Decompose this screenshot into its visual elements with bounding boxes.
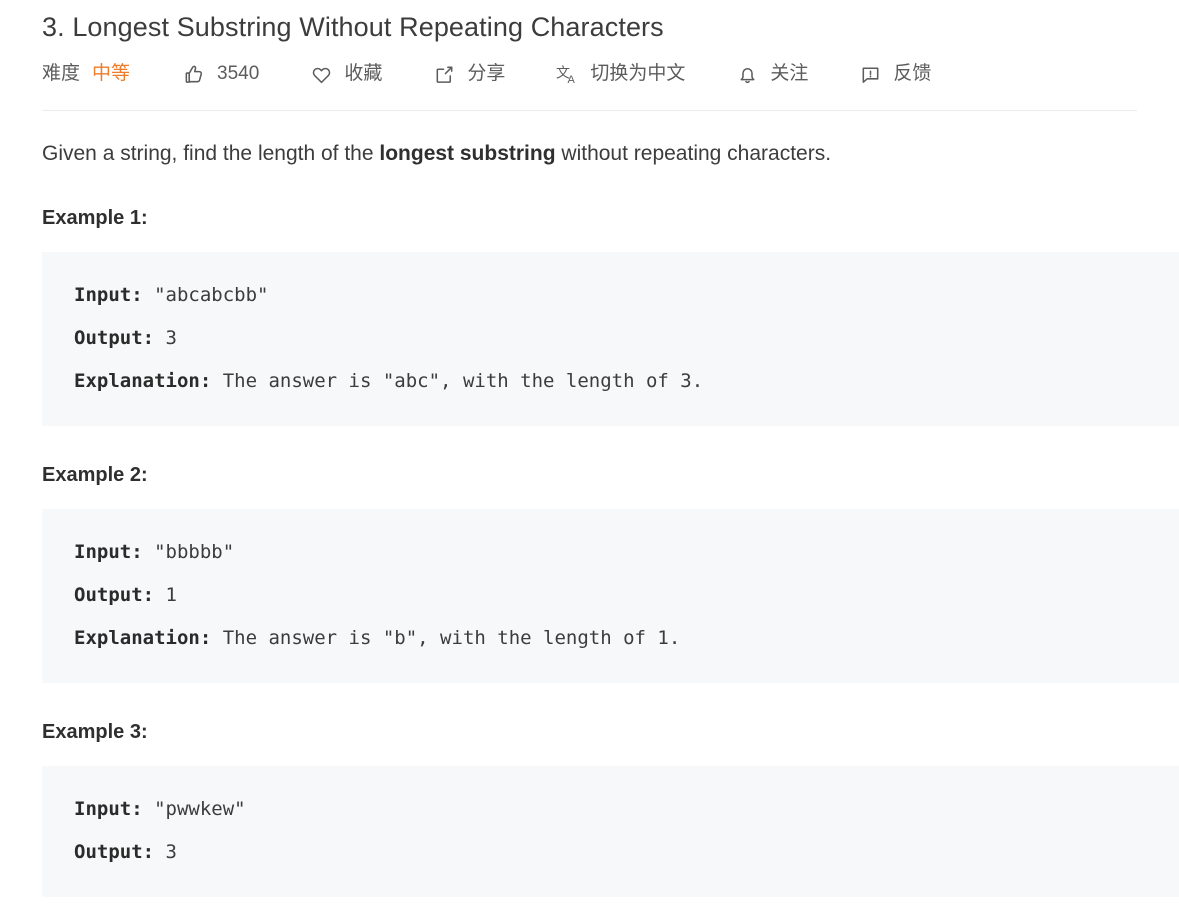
share-icon: [432, 62, 456, 86]
page-title: 3. Longest Substring Without Repeating C…: [42, 12, 664, 42]
share-label: 分享: [467, 63, 506, 84]
code-line-input: Input: "abcabcbb": [74, 274, 1179, 317]
header-divider: [42, 110, 1137, 111]
input-value: "bbbbb": [142, 541, 235, 563]
follow-label: 关注: [770, 63, 809, 84]
example-codeblock: Input: "abcabcbb" Output: 3 Explanation:…: [42, 252, 1179, 426]
problem-page: 3. Longest Substring Without Repeating C…: [0, 0, 1179, 922]
code-line-explanation: Explanation: The answer is "b", with the…: [74, 617, 1179, 660]
output-value: 3: [154, 327, 177, 349]
feedback-icon: [858, 62, 882, 86]
difficulty-label: 难度: [42, 63, 81, 84]
problem-meta-toolbar: 难度 中等 3540 收藏 分享 文 A 切换为中文 关注 反馈: [0, 45, 1179, 91]
output-value: 3: [154, 841, 177, 863]
feedback-label: 反馈: [893, 63, 932, 84]
translate-button[interactable]: 文 A 切换为中文: [555, 62, 685, 86]
code-line-input: Input: "pwwkew": [74, 788, 1179, 831]
output-key: Output:: [74, 841, 155, 863]
input-value: "abcabcbb": [142, 284, 269, 306]
explanation-value: The answer is "b", with the length of 1.: [211, 627, 681, 649]
input-value: "pwwkew": [142, 798, 246, 820]
difficulty-value: 中等: [92, 63, 131, 84]
example-codeblock: Input: "pwwkew" Output: 3: [42, 766, 1179, 897]
explanation-key: Explanation:: [74, 627, 212, 649]
favorite-button[interactable]: 收藏: [309, 62, 382, 86]
example-codeblock: Input: "bbbbb" Output: 1 Explanation: Th…: [42, 509, 1179, 683]
translate-label: 切换为中文: [590, 63, 686, 84]
input-key: Input:: [74, 541, 143, 563]
problem-content: Given a string, find the length of the l…: [0, 139, 1179, 897]
description-prefix: Given a string, find the length of the: [42, 142, 380, 165]
example-heading: Example 1:: [42, 207, 148, 229]
code-line-output: Output: 3: [74, 317, 1179, 360]
code-line-output: Output: 1: [74, 574, 1179, 617]
example-heading: Example 2:: [42, 464, 148, 486]
input-key: Input:: [74, 284, 143, 306]
bell-icon: [735, 62, 759, 86]
output-value: 1: [154, 584, 177, 606]
output-key: Output:: [74, 327, 155, 349]
svg-text:A: A: [568, 74, 576, 86]
feedback-button[interactable]: 反馈: [858, 62, 931, 86]
like-count: 3540: [217, 63, 260, 84]
thumbs-up-icon: [182, 62, 206, 86]
difficulty-indicator: 难度 中等: [42, 62, 130, 86]
like-button[interactable]: 3540: [182, 62, 259, 86]
explanation-value: The answer is "abc", with the length of …: [211, 370, 704, 392]
description-bold: longest substring: [379, 142, 556, 165]
translate-icon: 文 A: [555, 62, 579, 87]
description-suffix: without repeating characters.: [555, 142, 832, 165]
code-line-input: Input: "bbbbb": [74, 531, 1179, 574]
follow-button[interactable]: 关注: [735, 62, 808, 86]
heart-icon: [309, 62, 333, 86]
explanation-key: Explanation:: [74, 370, 212, 392]
example-heading: Example 3:: [42, 721, 148, 743]
favorite-label: 收藏: [344, 63, 383, 84]
output-key: Output:: [74, 584, 155, 606]
share-button[interactable]: 分享: [432, 62, 505, 86]
code-line-output: Output: 3: [74, 831, 1179, 874]
input-key: Input:: [74, 798, 143, 820]
code-line-explanation: Explanation: The answer is "abc", with t…: [74, 360, 1179, 403]
problem-description: Given a string, find the length of the l…: [42, 139, 1179, 169]
